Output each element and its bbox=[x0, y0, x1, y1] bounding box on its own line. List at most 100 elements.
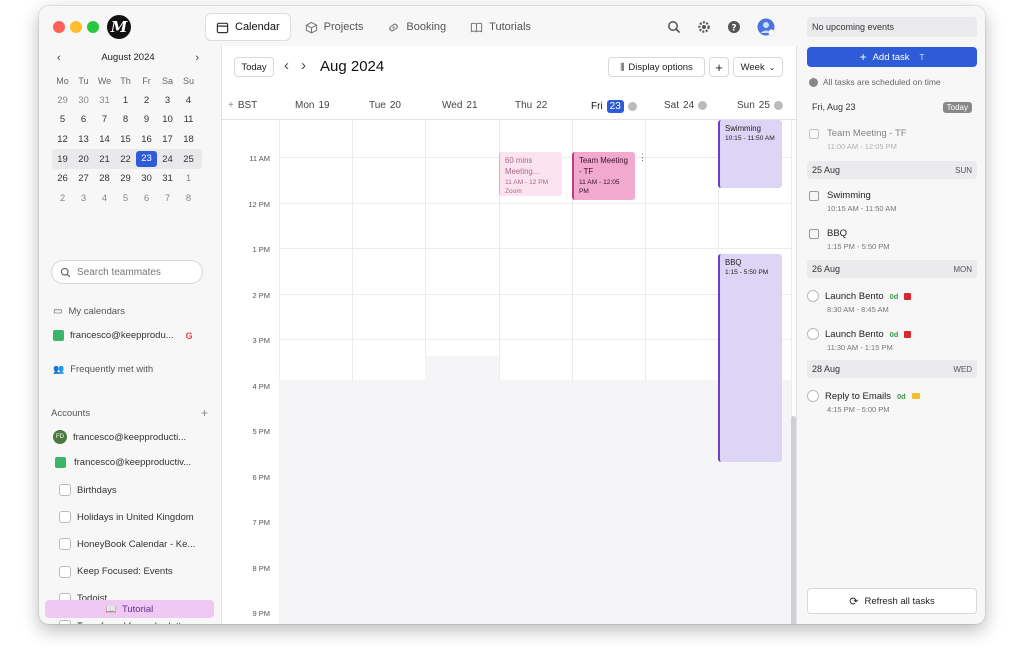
task-item[interactable]: BBQ 1:15 PM - 5:50 PM bbox=[807, 228, 977, 251]
task-item[interactable]: Reply to Emails 0d 4:15 PM - 5:00 PM bbox=[807, 390, 977, 414]
mini-calendar-day[interactable]: 13 bbox=[73, 134, 94, 145]
tab-calendar[interactable]: Calendar bbox=[205, 13, 291, 41]
checkbox[interactable] bbox=[59, 620, 71, 624]
account-item[interactable]: francesco@keepproductiv... bbox=[53, 457, 191, 468]
day-header-fri[interactable]: Fri 23 bbox=[591, 100, 637, 113]
mini-calendar-day[interactable]: 30 bbox=[73, 95, 94, 106]
calendar-item[interactable]: Holidays in United Kingdom bbox=[59, 511, 194, 524]
add-task-button[interactable]: + Add task T bbox=[807, 47, 977, 67]
checkbox[interactable] bbox=[59, 538, 71, 551]
checkbox[interactable] bbox=[59, 511, 71, 524]
mini-calendar-day[interactable]: 26 bbox=[52, 173, 73, 184]
mini-calendar-day[interactable]: 11 bbox=[178, 114, 199, 125]
calendar-item[interactable]: Transferred from charlotte... bbox=[59, 620, 194, 624]
tutorial-button[interactable]: 📖 Tutorial bbox=[45, 600, 214, 618]
gear-icon[interactable] bbox=[697, 20, 711, 34]
tab-booking[interactable]: Booking bbox=[377, 13, 456, 41]
event-swimming[interactable]: Swimming 10:15 - 11:50 AM bbox=[718, 120, 782, 188]
mini-calendar-day[interactable]: 8 bbox=[178, 193, 199, 204]
add-account-icon[interactable]: + bbox=[201, 406, 208, 420]
calendar-item[interactable]: Birthdays bbox=[59, 484, 117, 496]
mini-calendar-day[interactable]: 25 bbox=[178, 154, 199, 165]
mini-calendar-day[interactable]: 2 bbox=[52, 193, 73, 204]
chevron-right-icon[interactable]: › bbox=[301, 57, 306, 74]
checkbox-circle[interactable] bbox=[807, 290, 819, 302]
refresh-tasks-button[interactable]: ⟳ Refresh all tasks bbox=[807, 588, 977, 614]
mini-calendar-day[interactable]: 15 bbox=[115, 134, 136, 145]
event-bbq[interactable]: BBQ 1:15 - 5:50 PM bbox=[718, 254, 782, 462]
mini-calendar-day[interactable]: 24 bbox=[157, 154, 178, 165]
chevron-left-icon[interactable]: ‹ bbox=[57, 52, 61, 64]
mini-calendar-day[interactable]: 5 bbox=[115, 193, 136, 204]
mini-calendar-day[interactable]: 31 bbox=[94, 95, 115, 106]
search-icon[interactable] bbox=[667, 20, 681, 34]
mini-calendar-day[interactable]: 10 bbox=[157, 114, 178, 125]
view-select[interactable]: Week ⌄ bbox=[733, 57, 783, 77]
checkbox[interactable] bbox=[59, 565, 71, 578]
task-item[interactable]: Launch Bento 0d 8:30 AM - 8:45 AM bbox=[807, 290, 977, 314]
mini-calendar-day[interactable]: 29 bbox=[52, 95, 73, 106]
mini-calendar-day[interactable]: 20 bbox=[73, 154, 94, 165]
mini-calendar-day[interactable]: 23 bbox=[136, 151, 157, 168]
checkbox-circle[interactable] bbox=[807, 390, 819, 402]
mini-calendar-day[interactable]: 3 bbox=[157, 95, 178, 106]
calendar-item[interactable]: HoneyBook Calendar - Ke... bbox=[59, 538, 195, 551]
tab-tutorials[interactable]: Tutorials bbox=[460, 13, 541, 41]
mini-calendar-day[interactable]: 31 bbox=[157, 173, 178, 184]
mini-calendar-day[interactable]: 17 bbox=[157, 134, 178, 145]
mini-calendar-day[interactable]: 14 bbox=[94, 134, 115, 145]
mini-calendar-day[interactable]: 4 bbox=[178, 95, 199, 106]
frequently-met-heading[interactable]: 👥 Frequently met with bbox=[53, 364, 153, 375]
day-header-tue[interactable]: Tue 20 bbox=[369, 100, 401, 111]
chevron-left-icon[interactable]: ‹ bbox=[284, 57, 289, 74]
display-options-button[interactable]: ⫼ Display options bbox=[608, 57, 705, 77]
day-header-thu[interactable]: Thu 22 bbox=[515, 100, 547, 111]
mini-calendar-day[interactable]: 28 bbox=[94, 173, 115, 184]
tab-projects[interactable]: Projects bbox=[295, 13, 374, 41]
mini-calendar-day[interactable]: 30 bbox=[136, 173, 157, 184]
mini-calendar-day[interactable]: 5 bbox=[52, 114, 73, 125]
close-window-button[interactable] bbox=[53, 21, 65, 33]
mini-calendar-day[interactable]: 7 bbox=[157, 193, 178, 204]
mini-calendar-day[interactable]: 22 bbox=[115, 154, 136, 165]
mini-calendar-day[interactable]: 8 bbox=[115, 114, 136, 125]
mini-calendar-day[interactable]: 1 bbox=[178, 173, 199, 184]
search-teammates-input[interactable]: Search teammates bbox=[51, 260, 203, 284]
event-60-mins-meeting[interactable]: 60 mins Meeting... 11 AM - 12 PM Zoom bbox=[499, 152, 562, 196]
day-header-sun[interactable]: Sun 25 bbox=[737, 100, 783, 111]
help-icon[interactable]: ? bbox=[727, 20, 741, 34]
mini-calendar-day[interactable]: 9 bbox=[136, 114, 157, 125]
mini-calendar-day[interactable]: 6 bbox=[73, 114, 94, 125]
day-header-sat[interactable]: Sat 24 bbox=[664, 100, 708, 111]
checkbox-circle[interactable] bbox=[807, 328, 819, 340]
task-item[interactable]: Team Meeting - TF 11:00 AM - 12:05 PM bbox=[807, 128, 977, 151]
day-header-mon[interactable]: Mon 19 bbox=[295, 100, 330, 111]
mini-calendar-day[interactable]: 21 bbox=[94, 154, 115, 165]
mini-calendar-day[interactable]: 1 bbox=[115, 95, 136, 106]
mini-calendar-day[interactable]: 16 bbox=[136, 134, 157, 145]
task-item[interactable]: Launch Bento 0d 11:30 AM - 1:15 PM bbox=[807, 328, 977, 352]
mini-calendar-day[interactable]: 27 bbox=[73, 173, 94, 184]
calendar-item[interactable]: Keep Focused: Events bbox=[59, 565, 173, 578]
plus-icon[interactable]: + bbox=[228, 100, 234, 111]
mini-calendar-day[interactable]: 7 bbox=[94, 114, 115, 125]
mini-calendar-day[interactable]: 19 bbox=[52, 154, 73, 165]
checkbox[interactable] bbox=[59, 484, 71, 496]
minimize-window-button[interactable] bbox=[70, 21, 82, 33]
day-header-wed[interactable]: Wed 21 bbox=[442, 100, 478, 111]
task-item[interactable]: Swimming 10:15 AM - 11:50 AM bbox=[807, 190, 977, 213]
account-item[interactable]: FD francesco@keepproducti... bbox=[53, 430, 186, 444]
chevron-right-icon[interactable]: › bbox=[195, 52, 199, 64]
more-options-icon[interactable]: ⋮ bbox=[638, 152, 647, 163]
mini-calendar-day[interactable]: 12 bbox=[52, 134, 73, 145]
mini-calendar-day[interactable]: 3 bbox=[73, 193, 94, 204]
today-button[interactable]: Today bbox=[234, 57, 274, 77]
zoom-window-button[interactable] bbox=[87, 21, 99, 33]
mini-calendar-day[interactable]: 6 bbox=[136, 193, 157, 204]
grid-scrollbar[interactable] bbox=[791, 416, 796, 624]
add-button[interactable]: + bbox=[709, 57, 729, 77]
user-avatar-icon[interactable] bbox=[757, 18, 775, 36]
mini-calendar-day[interactable]: 18 bbox=[178, 134, 199, 145]
mini-calendar-day[interactable]: 4 bbox=[94, 193, 115, 204]
mini-calendar-day[interactable]: 2 bbox=[136, 95, 157, 106]
